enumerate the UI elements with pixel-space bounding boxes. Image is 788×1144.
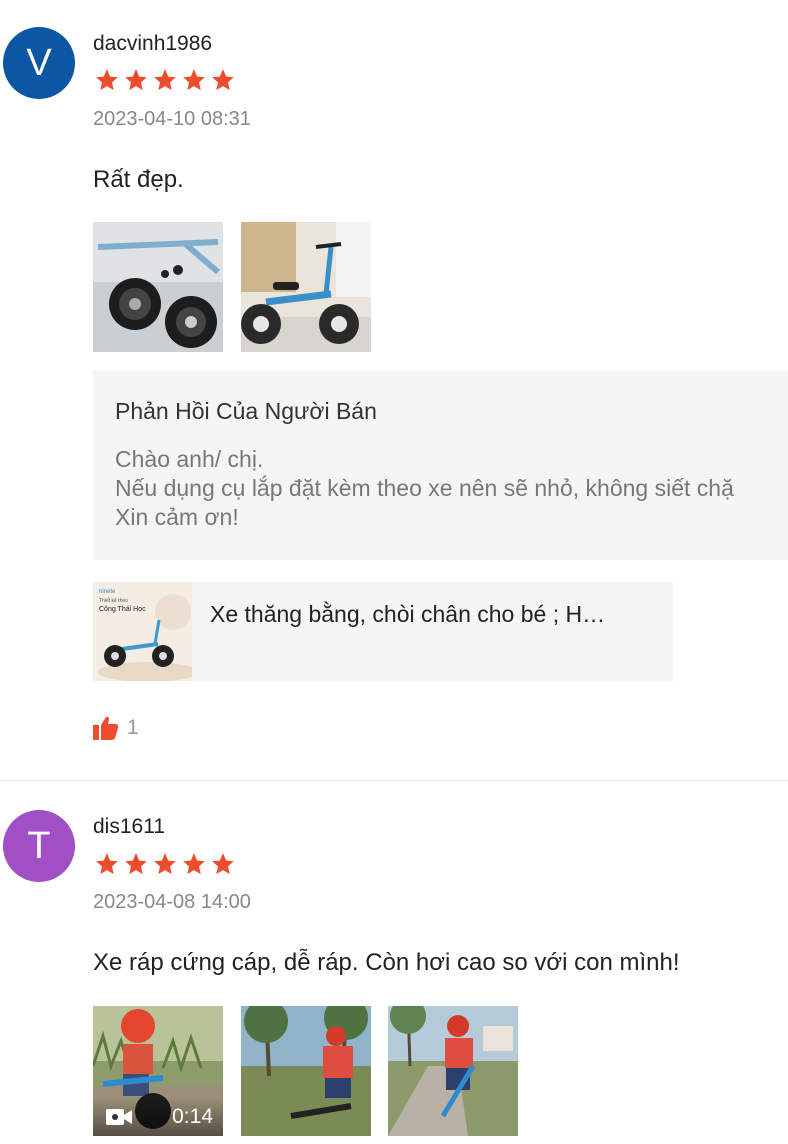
thumbs-up-icon xyxy=(93,716,119,740)
star-icon xyxy=(96,69,118,91)
video-camera-icon xyxy=(106,1109,132,1125)
video-badge: 0:14 xyxy=(93,1098,223,1136)
username: dacvinh1986 xyxy=(93,32,213,55)
review-image[interactable] xyxy=(388,1006,518,1136)
product-thumb-line2: Công Thái Học xyxy=(99,606,146,613)
like-count: 1 xyxy=(127,716,139,739)
product-name: Xe thăng bằng, chòi chân cho bé ; H… xyxy=(210,601,606,627)
review-item: V dacvinh1986 2023-04-10 08:31 Rất đẹp. xyxy=(0,0,788,780)
product-thumb-line1: Thiết kế theo xyxy=(99,598,128,604)
rating-stars xyxy=(93,67,237,93)
star-icon xyxy=(96,853,118,875)
review-comment: Xe ráp cứng cáp, dễ ráp. Còn hơi cao so … xyxy=(93,949,680,976)
star-icon xyxy=(212,853,234,875)
review-item: T dis1611 2023-04-08 14:00 Xe ráp cứng c… xyxy=(0,781,788,1144)
review-comment: Rất đẹp. xyxy=(93,166,184,193)
seller-reply-line: Chào anh/ chị. xyxy=(115,446,264,472)
rating-stars xyxy=(93,851,237,877)
star-icon xyxy=(154,853,176,875)
star-icon xyxy=(212,69,234,91)
review-video[interactable]: 0:14 xyxy=(93,1006,223,1136)
product-card[interactable]: ninete Thiết kế theo Công Thái Học Xe th… xyxy=(93,582,673,681)
review-date: 2023-04-08 14:00 xyxy=(93,891,251,913)
product-thumbnail: ninete Thiết kế theo Công Thái Học xyxy=(93,582,192,681)
seller-reply-line: Xin cảm ơn! xyxy=(115,504,239,530)
review-image[interactable] xyxy=(241,1006,371,1136)
avatar-letter: T xyxy=(27,824,51,867)
review-date: 2023-04-10 08:31 xyxy=(93,108,251,130)
avatar-letter: V xyxy=(26,41,52,84)
star-icon xyxy=(183,69,205,91)
seller-reply: Phản Hồi Của Người Bán Chào anh/ chị. Nế… xyxy=(93,370,788,560)
review-image[interactable] xyxy=(241,222,371,352)
seller-reply-title: Phản Hồi Của Người Bán xyxy=(115,398,377,424)
video-duration: 0:14 xyxy=(172,1105,213,1128)
star-icon xyxy=(125,853,147,875)
seller-reply-line: Nếu dụng cụ lắp đặt kèm theo xe nên sẽ n… xyxy=(115,475,734,501)
avatar[interactable]: T xyxy=(3,810,75,882)
seller-reply-body: Chào anh/ chị. Nếu dụng cụ lắp đặt kèm t… xyxy=(115,445,734,532)
star-icon xyxy=(183,853,205,875)
avatar[interactable]: V xyxy=(3,27,75,99)
review-image[interactable] xyxy=(93,222,223,352)
star-icon xyxy=(125,69,147,91)
product-thumb-brand: ninete xyxy=(99,589,116,595)
star-icon xyxy=(154,69,176,91)
username: dis1611 xyxy=(93,815,166,838)
like-button[interactable]: 1 xyxy=(93,716,139,740)
